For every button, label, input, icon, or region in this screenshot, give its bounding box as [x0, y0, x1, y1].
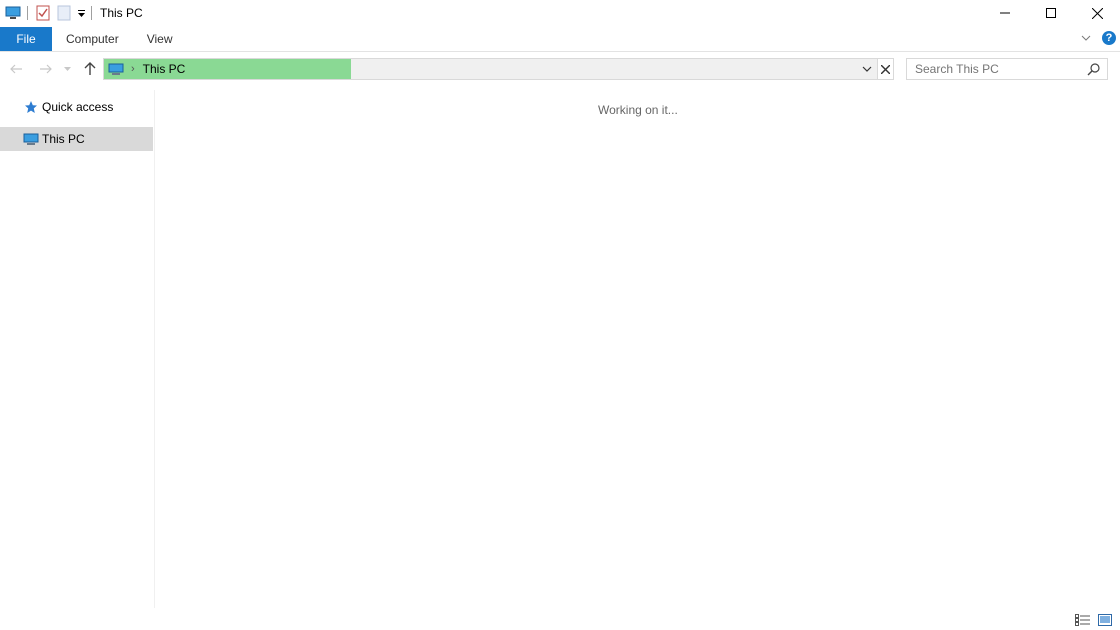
search-input[interactable]: [907, 59, 1077, 79]
tab-file[interactable]: File: [0, 27, 52, 51]
forward-button[interactable]: [35, 59, 55, 79]
back-button[interactable]: [6, 59, 26, 79]
computer-icon: [22, 131, 40, 147]
sidebar-item-label: Quick access: [42, 100, 114, 114]
details-view-icon: [1075, 614, 1090, 626]
navigation-pane: Quick access This PC: [0, 90, 155, 608]
chevron-down-icon: [63, 67, 71, 71]
file-list-area[interactable]: Working on it...: [156, 90, 1120, 608]
chevron-down-icon: [862, 66, 872, 72]
chevron-down-icon: [1081, 35, 1091, 41]
close-icon: [880, 64, 890, 74]
large-icons-view-button[interactable]: [1096, 613, 1114, 627]
quick-access-toolbar: [0, 0, 98, 26]
qat-divider: [27, 6, 28, 20]
forward-arrow-icon: [39, 64, 52, 74]
breadcrumb-separator[interactable]: ›: [131, 63, 135, 75]
title-bar: This PC: [0, 0, 1120, 26]
stop-loading-button[interactable]: [877, 58, 894, 80]
ribbon-tabs: File Computer View ?: [0, 27, 1120, 52]
sidebar-item-label: This PC: [42, 132, 85, 146]
ribbon-right-controls: ?: [1078, 30, 1116, 46]
window-title: This PC: [100, 6, 143, 20]
loading-status-text: Working on it...: [598, 103, 678, 117]
star-icon: [22, 99, 40, 115]
address-bar[interactable]: › This PC: [103, 58, 878, 80]
expand-ribbon-button[interactable]: [1078, 30, 1094, 46]
computer-icon: [107, 61, 125, 77]
tab-view[interactable]: View: [133, 27, 187, 51]
breadcrumb-this-pc[interactable]: This PC: [143, 62, 186, 76]
properties-icon[interactable]: [34, 4, 52, 22]
minimize-button[interactable]: [982, 0, 1028, 26]
large-icons-view-icon: [1098, 614, 1112, 626]
up-arrow-icon: [84, 62, 96, 75]
recent-locations-button[interactable]: [59, 59, 75, 79]
search-box: [906, 58, 1108, 80]
new-folder-icon[interactable]: [55, 4, 73, 22]
minimize-icon: [1000, 12, 1010, 14]
close-button[interactable]: [1074, 0, 1120, 26]
close-icon: [1091, 7, 1103, 19]
maximize-icon: [1046, 8, 1056, 18]
details-view-button[interactable]: [1074, 613, 1092, 627]
maximize-button[interactable]: [1028, 0, 1074, 26]
navigation-bar: › This PC: [0, 56, 1120, 82]
breadcrumb: › This PC: [104, 59, 185, 79]
search-icon[interactable]: [1087, 62, 1101, 76]
help-button[interactable]: ?: [1102, 31, 1116, 45]
tab-computer[interactable]: Computer: [52, 27, 133, 51]
qat-divider: [91, 6, 92, 20]
computer-icon[interactable]: [4, 4, 22, 22]
sidebar-item-quick-access[interactable]: Quick access: [0, 95, 153, 119]
up-button[interactable]: [80, 59, 100, 79]
address-history-button[interactable]: [859, 61, 875, 77]
sidebar-item-this-pc[interactable]: This PC: [0, 127, 153, 151]
customize-qat-icon[interactable]: [76, 4, 86, 22]
back-arrow-icon: [9, 64, 22, 74]
window-controls: [982, 0, 1120, 26]
view-toggles: [1070, 613, 1114, 627]
